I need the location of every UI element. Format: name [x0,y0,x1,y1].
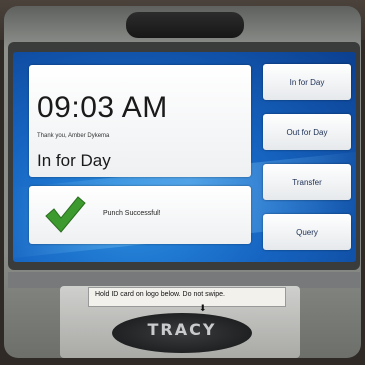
transfer-button[interactable]: Transfer [263,164,351,200]
touch-screen: 09:03 AM Thank you, Amber Dykema In for … [13,52,356,262]
brand-logo-text: TRACY [147,320,217,339]
punch-status: In for Day [37,151,111,170]
punch-result-panel: Punch Successful! [29,186,251,244]
in-for-day-button[interactable]: In for Day [263,64,351,100]
speaker-grille [126,12,244,38]
query-button[interactable]: Query [263,214,351,250]
punch-result-text: Punch Successful! [103,210,161,217]
check-icon [45,196,86,233]
thank-you-message: Thank you, Amber Dykema [37,133,110,139]
clock-time: 09:03 AM [37,91,168,124]
arrow-down-icon: ⬇ [199,303,207,313]
card-instruction-label: Hold ID card on logo below. Do not swipe… [88,287,286,307]
out-for-day-button[interactable]: Out for Day [263,114,351,150]
punch-info-panel: 09:03 AM Thank you, Amber Dykema In for … [29,65,251,177]
